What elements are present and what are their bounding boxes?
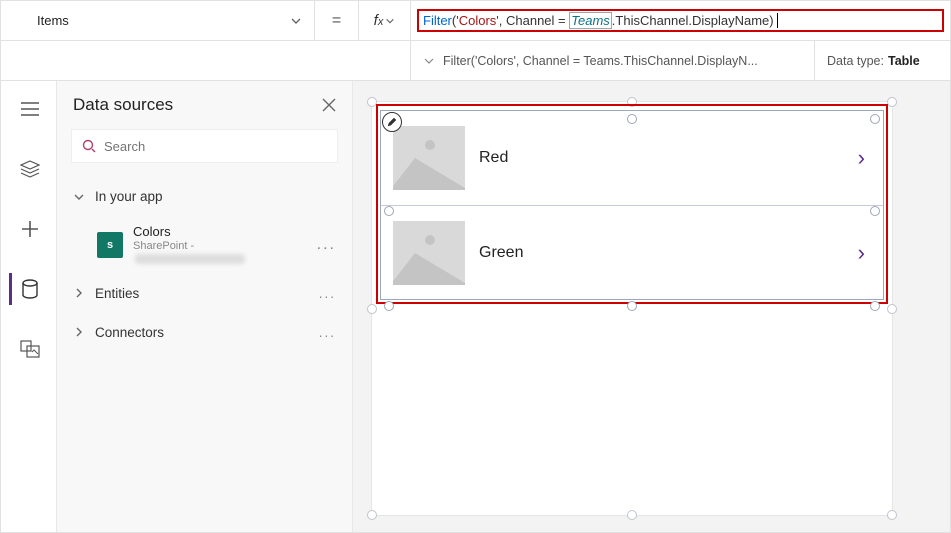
chevron-down-icon: [73, 191, 85, 203]
property-selected: Items: [37, 13, 290, 28]
panel-title: Data sources: [73, 95, 322, 115]
edit-icon[interactable]: [382, 112, 402, 132]
formula-highlight: Filter('Colors', Channel = Teams.ThisCha…: [417, 9, 944, 32]
chevron-right-icon: [73, 287, 85, 299]
hamburger-icon[interactable]: [9, 93, 49, 125]
left-rail: [1, 81, 57, 532]
section-label: Entities: [95, 286, 139, 301]
resize-handle[interactable]: [627, 114, 637, 124]
more-icon[interactable]: ...: [317, 236, 336, 254]
search-icon: [82, 139, 96, 153]
data-icon[interactable]: [9, 273, 49, 305]
equals-label: =: [315, 1, 359, 40]
datasource-item-colors[interactable]: s Colors SharePoint - ...: [57, 216, 352, 274]
data-type-label: Data type: Table: [815, 41, 950, 80]
section-entities[interactable]: Entities ...: [57, 274, 352, 313]
chevron-down-icon: [423, 55, 435, 67]
section-label: In your app: [95, 189, 163, 204]
screen-canvas[interactable]: Red › Green ›: [371, 101, 893, 516]
resize-handle[interactable]: [870, 301, 880, 311]
chevron-right-icon[interactable]: ›: [858, 145, 865, 171]
gallery-control[interactable]: Red › Green ›: [380, 110, 884, 300]
gallery-item-title: Green: [479, 244, 858, 262]
fx-button[interactable]: fx: [359, 1, 411, 40]
resize-handle[interactable]: [887, 304, 897, 314]
data-type-value: Table: [888, 54, 920, 68]
formula-result-preview[interactable]: Filter('Colors', Channel = Teams.ThisCha…: [411, 41, 815, 80]
gallery-item-title: Red: [479, 149, 858, 167]
canvas-area[interactable]: Red › Green ›: [353, 81, 950, 532]
chevron-right-icon: [73, 326, 85, 338]
gallery-item[interactable]: Red ›: [381, 111, 883, 205]
formula-token-str: 'Colors': [456, 13, 499, 28]
fx-icon: fx: [374, 12, 384, 29]
chevron-down-icon: [385, 16, 395, 26]
formula-token-fn: Filter: [423, 13, 452, 28]
data-sources-panel: Data sources In your app: [57, 81, 353, 532]
media-icon[interactable]: [9, 333, 49, 365]
formula-token-sep: , Channel =: [499, 13, 569, 28]
formula-token-tail: .ThisChannel.DisplayName): [612, 13, 774, 28]
section-connectors[interactable]: Connectors ...: [57, 313, 352, 352]
search-field[interactable]: [104, 139, 327, 154]
chevron-right-icon[interactable]: ›: [858, 240, 865, 266]
section-label: Connectors: [95, 325, 164, 340]
resize-handle[interactable]: [367, 304, 377, 314]
datasource-name: Colors: [133, 224, 307, 240]
close-icon[interactable]: [322, 98, 336, 112]
chevron-down-icon: [290, 15, 302, 27]
resize-handle[interactable]: [627, 301, 637, 311]
resize-handle[interactable]: [887, 510, 897, 520]
resize-handle[interactable]: [367, 510, 377, 520]
resize-handle[interactable]: [384, 206, 394, 216]
gallery-item[interactable]: Green ›: [381, 205, 883, 299]
resize-handle[interactable]: [870, 114, 880, 124]
resize-handle[interactable]: [887, 97, 897, 107]
resize-handle[interactable]: [627, 510, 637, 520]
property-dropdown[interactable]: Items: [25, 1, 315, 40]
resize-handle[interactable]: [870, 206, 880, 216]
section-in-your-app[interactable]: In your app: [57, 177, 352, 216]
formula-token-teams: Teams: [569, 12, 612, 29]
formula-input[interactable]: Filter('Colors', Channel = Teams.ThisCha…: [411, 1, 950, 40]
datasource-subtitle: SharePoint -: [133, 240, 307, 266]
more-icon[interactable]: ...: [319, 286, 336, 301]
image-placeholder-icon: [393, 126, 465, 190]
formula-result-text: Filter('Colors', Channel = Teams.ThisCha…: [443, 54, 758, 68]
search-input[interactable]: [71, 129, 338, 163]
sharepoint-icon: s: [97, 232, 123, 258]
formula-status-bar: Filter('Colors', Channel = Teams.ThisCha…: [1, 41, 950, 81]
resize-handle[interactable]: [384, 301, 394, 311]
image-placeholder-icon: [393, 221, 465, 285]
more-icon[interactable]: ...: [319, 325, 336, 340]
formula-bar: Items = fx Filter('Colors', Channel = Te…: [1, 1, 950, 41]
layers-icon[interactable]: [9, 153, 49, 185]
insert-icon[interactable]: [9, 213, 49, 245]
